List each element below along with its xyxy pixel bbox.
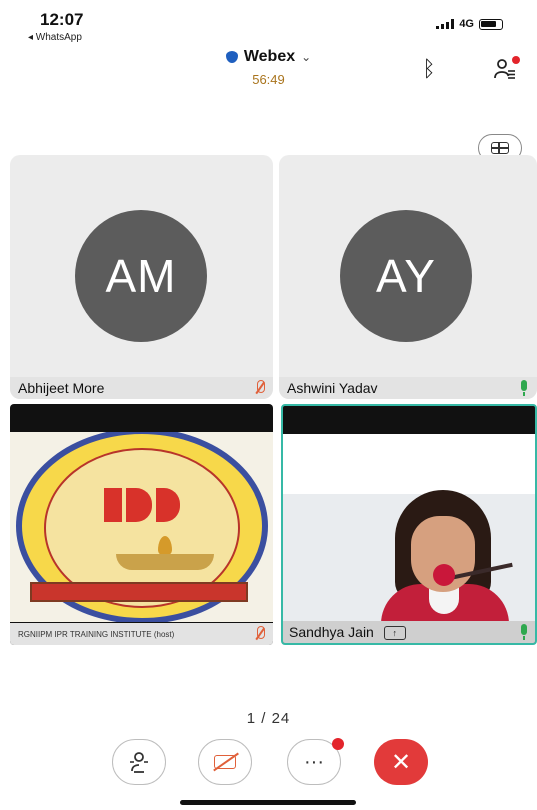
chevron-down-icon: ⌄ bbox=[301, 50, 312, 64]
participant-tile[interactable]: AM Abhijeet More bbox=[10, 155, 273, 399]
shield-icon bbox=[225, 51, 238, 63]
participant-tile-active[interactable]: Sandhya Jain ↑ bbox=[281, 404, 537, 645]
video-button[interactable] bbox=[198, 739, 252, 785]
bluetooth-icon: ᛒ bbox=[422, 56, 436, 81]
mic-on-icon bbox=[519, 624, 529, 640]
logo-banner bbox=[30, 582, 248, 602]
grid-layout-icon bbox=[491, 142, 509, 154]
participant-name-bar: RGNIIPM IPR TRAINING INSTITUTE (host) bbox=[10, 623, 273, 645]
audio-button[interactable] bbox=[112, 739, 166, 785]
signal-icon bbox=[436, 19, 455, 29]
avatar: AY bbox=[340, 210, 472, 342]
bluetooth-button[interactable]: ᛒ bbox=[412, 52, 446, 86]
home-indicator[interactable] bbox=[180, 800, 356, 805]
participant-tile[interactable]: AY Ashwini Yadav bbox=[279, 155, 537, 399]
participant-name: Abhijeet More bbox=[18, 380, 105, 396]
end-call-button[interactable]: ✕ bbox=[374, 739, 428, 785]
notification-dot bbox=[332, 738, 344, 750]
back-to-app-link[interactable]: ◂ WhatsApp bbox=[28, 32, 82, 43]
lamp-icon bbox=[116, 536, 214, 570]
network-label: 4G bbox=[459, 18, 474, 30]
mic-muted-icon bbox=[255, 380, 265, 396]
more-button[interactable]: ··· bbox=[287, 738, 344, 785]
participant-name: RGNIIPM IPR TRAINING INSTITUTE (host) bbox=[18, 629, 175, 639]
screen-share-icon: ↑ bbox=[383, 626, 406, 641]
participant-video bbox=[283, 434, 535, 623]
mic-on-icon bbox=[519, 380, 529, 396]
camera-off-icon bbox=[214, 755, 236, 769]
close-icon: ✕ bbox=[390, 748, 412, 776]
notification-dot bbox=[512, 56, 520, 64]
status-right: 4G bbox=[436, 18, 503, 30]
meeting-header: Webex ⌄ 56:49 bbox=[0, 48, 537, 87]
status-time: 12:07 bbox=[40, 10, 84, 29]
page-indicator: 1 / 24 bbox=[246, 710, 291, 727]
participant-name-bar: Ashwini Yadav bbox=[279, 377, 537, 399]
participant-name: Ashwini Yadav bbox=[287, 380, 378, 396]
meeting-title-button[interactable]: Webex ⌄ bbox=[225, 48, 312, 66]
avatar: AM bbox=[75, 210, 207, 342]
participant-name-bar: Sandhya Jain ↑ bbox=[283, 621, 535, 643]
iip-logo bbox=[104, 488, 180, 522]
audio-connect-icon bbox=[130, 752, 148, 773]
more-icon: ··· bbox=[304, 750, 324, 773]
participant-tile[interactable]: RGNIIPM IPR TRAINING INSTITUTE (host) bbox=[10, 404, 273, 645]
meeting-timer: 56:49 bbox=[252, 72, 285, 87]
participants-button[interactable] bbox=[488, 52, 522, 86]
shared-logo-image bbox=[10, 432, 273, 622]
battery-icon bbox=[479, 18, 503, 30]
participant-name: Sandhya Jain bbox=[289, 623, 374, 640]
mic-muted-icon bbox=[255, 626, 265, 642]
meeting-title: Webex bbox=[243, 48, 296, 65]
participant-name-bar: Abhijeet More bbox=[10, 377, 273, 399]
